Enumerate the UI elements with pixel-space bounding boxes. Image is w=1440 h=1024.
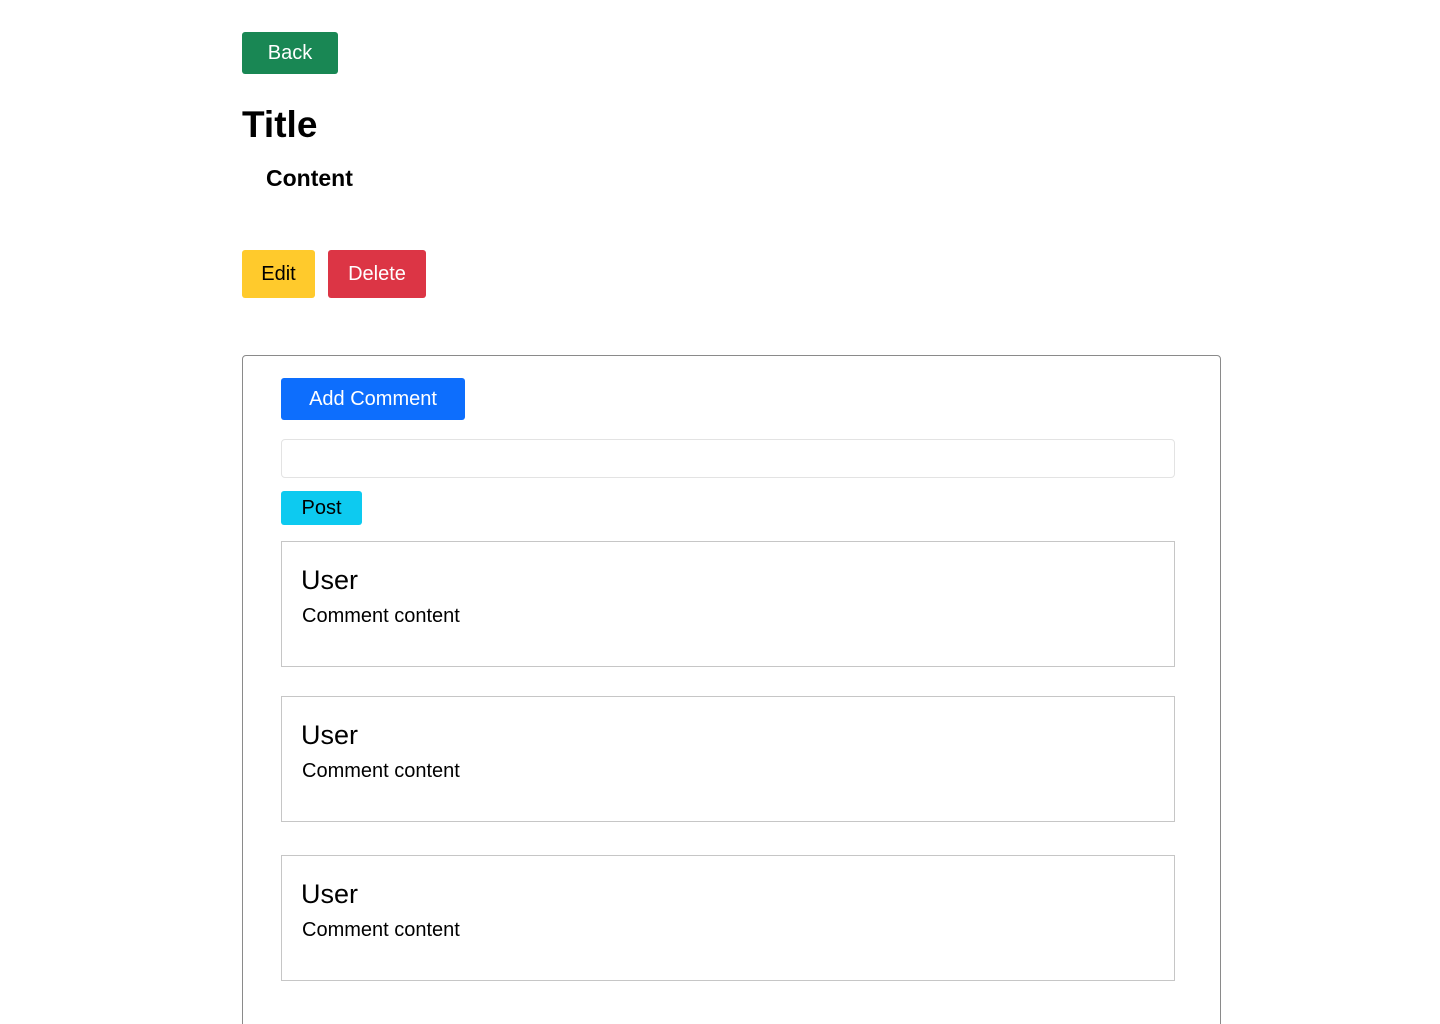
post-detail-page: Back Title Content Edit Delete Add Comme… [0, 0, 1440, 1024]
comment-card: User Comment content [281, 541, 1175, 667]
comment-text: Comment content [302, 760, 460, 782]
comment-input[interactable] [281, 439, 1175, 478]
post-comment-button[interactable]: Post [281, 491, 362, 525]
comment-card: User Comment content [281, 696, 1175, 822]
comment-user: User [301, 879, 359, 909]
post-title: Title [242, 104, 318, 145]
comment-user: User [301, 720, 359, 750]
comment-card: User Comment content [281, 855, 1175, 981]
comment-text: Comment content [302, 605, 460, 627]
edit-button[interactable]: Edit [242, 250, 315, 298]
back-button[interactable]: Back [242, 32, 338, 74]
post-content: Content [266, 165, 353, 191]
delete-button[interactable]: Delete [328, 250, 426, 298]
comment-text: Comment content [302, 919, 460, 941]
comment-user: User [301, 565, 359, 595]
add-comment-button[interactable]: Add Comment [281, 378, 465, 420]
